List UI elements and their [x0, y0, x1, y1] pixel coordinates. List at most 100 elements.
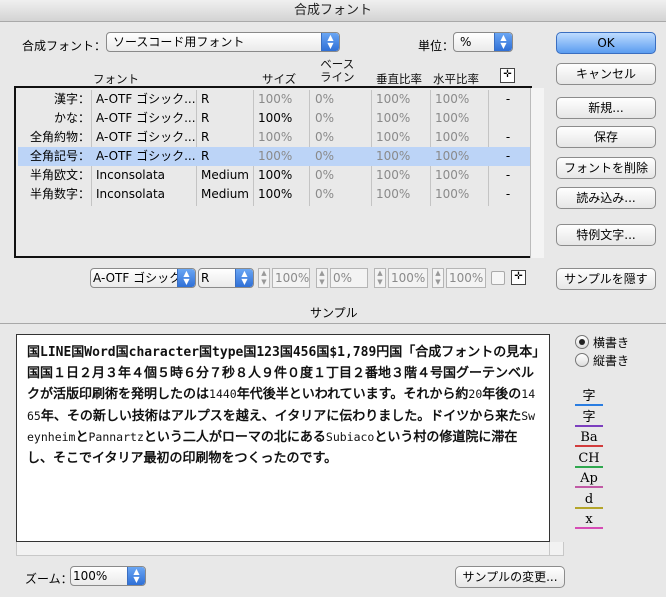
delete-font-button[interactable]: フォントを削除 — [556, 157, 656, 179]
cell-baseline: 0% — [315, 111, 335, 125]
guide-toggle-5[interactable]: d — [575, 491, 603, 509]
cell-size: 100% — [258, 149, 293, 163]
table-row[interactable]: 半角欧文： Inconsolata Medium 100% 0% 100% 100% - — [18, 166, 530, 185]
cell-font: A-OTF ゴシック... — [96, 130, 196, 144]
composite-font-label: 合成フォント： — [22, 39, 107, 53]
popup-arrows-icon: ▲ ▼ — [494, 33, 512, 51]
vertical-scale-field[interactable]: 100% — [388, 268, 428, 288]
table-scrollbar[interactable] — [530, 88, 544, 258]
cell-hscale: 100% — [435, 130, 470, 144]
cell-style: R — [201, 111, 210, 125]
editor-font-select[interactable]: A-OTF ゴシック ▲ ▼ — [90, 268, 196, 288]
table-row[interactable]: かな： A-OTF ゴシック... R 100% 0% 100% 100% — [18, 109, 530, 128]
cell-font: A-OTF ゴシック... — [96, 149, 196, 163]
popup-arrows-icon: ▲ ▼ — [321, 33, 339, 51]
horizontal-radio[interactable] — [575, 335, 589, 349]
horizontal-label: 横書き — [593, 336, 630, 350]
size-field[interactable]: 100% — [272, 268, 310, 288]
cell-mark: - — [505, 187, 511, 201]
guide-toggle-4[interactable]: Ap — [575, 470, 603, 488]
ok-button[interactable]: OK — [556, 32, 656, 54]
popup-arrows-icon: ▲ ▼ — [127, 567, 145, 585]
sample-text-segment: 年後の — [482, 387, 522, 402]
cell-mark: - — [505, 149, 511, 163]
guide-toggle-6[interactable]: x — [575, 511, 603, 529]
cell-baseline: 0% — [315, 187, 335, 201]
cell-vscale: 100% — [376, 187, 411, 201]
cell-category: 漢字： — [53, 92, 90, 106]
sample-text-segment: Pannartz — [88, 430, 144, 444]
cell-style: Medium — [201, 168, 249, 182]
vertical-radio[interactable] — [575, 353, 589, 367]
sample-heading: サンプル — [310, 306, 358, 320]
exception-characters-button[interactable]: 特例文字... — [556, 224, 656, 246]
popup-arrows-icon: ▲ ▼ — [177, 269, 195, 287]
window-title: 合成フォント — [0, 0, 666, 22]
table-row[interactable]: 全角記号： A-OTF ゴシック... R 100% 0% 100% 100% - — [18, 147, 530, 166]
cell-font: A-OTF ゴシック... — [96, 111, 196, 125]
cell-size: 100% — [258, 168, 293, 182]
guide-toggle-0[interactable]: 字 — [575, 388, 603, 406]
col-header-baseline: ベース ライン — [320, 57, 355, 84]
cell-vscale: 100% — [376, 92, 411, 106]
zoom-label: ズーム： — [25, 572, 73, 586]
move-cross-icon[interactable]: ✛ — [500, 68, 515, 83]
horizontal-scale-stepper[interactable]: ▲ ▼ — [432, 268, 444, 288]
cell-mark: - — [505, 168, 511, 182]
cell-baseline: 0% — [315, 130, 335, 144]
cancel-button[interactable]: キャンセル — [556, 63, 656, 85]
cell-hscale: 100% — [435, 149, 470, 163]
col-header-vertical-scale: 垂直比率 — [376, 72, 422, 86]
cell-hscale: 100% — [435, 92, 470, 106]
cell-size: 100% — [258, 92, 293, 106]
popup-arrows-icon: ▲ ▼ — [235, 269, 253, 287]
table-row[interactable]: 全角約物： A-OTF ゴシック... R 100% 0% 100% 100% - — [18, 128, 530, 147]
sample-text-segment: という二人がローマの北にある — [143, 430, 326, 445]
italic-checkbox[interactable] — [491, 271, 505, 285]
cell-hscale: 100% — [435, 187, 470, 201]
unit-select[interactable]: % ▲ ▼ — [453, 32, 513, 52]
cell-vscale: 100% — [376, 111, 411, 125]
editor-style-select[interactable]: R ▲ ▼ — [198, 268, 254, 288]
hide-sample-button[interactable]: サンプルを隠す — [556, 268, 656, 290]
save-button[interactable]: 保存 — [556, 126, 656, 148]
col-header-font: フォント — [93, 72, 139, 86]
cell-style: Medium — [201, 187, 249, 201]
zoom-select[interactable]: 100% ▲ ▼ — [70, 566, 146, 586]
guide-toggle-2[interactable]: Ba — [575, 429, 603, 447]
cell-vscale: 100% — [376, 168, 411, 182]
composite-font-select[interactable]: ソースコード用フォント ▲ ▼ — [106, 32, 340, 52]
horizontal-scale-field[interactable]: 100% — [446, 268, 486, 288]
cell-category: 全角約物： — [29, 130, 90, 144]
composite-font-dialog: 合成フォント 合成フォント： ソースコード用フォント ▲ ▼ 単位： % ▲ ▼ O… — [0, 0, 666, 597]
col-header-horizontal-scale: 水平比率 — [433, 72, 479, 86]
table-row[interactable]: 漢字： A-OTF ゴシック... R 100% 0% 100% 100% - — [18, 90, 530, 109]
cell-hscale: 100% — [435, 111, 470, 125]
size-stepper[interactable]: ▲ ▼ — [258, 268, 270, 288]
move-cross-icon[interactable]: ✛ — [511, 270, 526, 285]
new-button[interactable]: 新規... — [556, 97, 656, 119]
cell-category: 半角数字： — [29, 187, 90, 201]
baseline-stepper[interactable]: ▲ ▼ — [316, 268, 328, 288]
sample-text-segment: 年、その新しい技術はアルプスを越え、イタリアに伝わりました。ドイツから来た — [40, 408, 522, 424]
sample-text-area: 国LINE国Word国character国type国123国456国$1,789… — [16, 334, 550, 542]
sample-text-segment: 20 — [468, 387, 483, 401]
sample-horizontal-scrollbar[interactable] — [16, 542, 550, 556]
editor-font-value: A-OTF ゴシック — [93, 271, 182, 285]
cell-category: 半角欧文： — [29, 168, 90, 182]
cell-category: 全角記号： — [29, 149, 90, 163]
change-sample-button[interactable]: サンプルの変更... — [455, 566, 565, 588]
table-row[interactable]: 半角数字： Inconsolata Medium 100% 0% 100% 100% - — [18, 185, 530, 204]
cell-mark: - — [505, 92, 511, 106]
cell-font: Inconsolata — [96, 187, 166, 201]
load-button[interactable]: 読み込み... — [556, 187, 656, 209]
cell-category: かな： — [53, 111, 90, 125]
cell-baseline: 0% — [315, 92, 335, 106]
unit-value: % — [460, 35, 472, 49]
cell-vscale: 100% — [376, 130, 411, 144]
composite-font-value: ソースコード用フォント — [113, 35, 245, 49]
vertical-scale-stepper[interactable]: ▲ ▼ — [374, 268, 386, 288]
guide-toggle-3[interactable]: CH — [575, 450, 603, 468]
baseline-field[interactable]: 0% — [330, 268, 368, 288]
guide-toggle-1[interactable]: 字 — [575, 409, 603, 427]
